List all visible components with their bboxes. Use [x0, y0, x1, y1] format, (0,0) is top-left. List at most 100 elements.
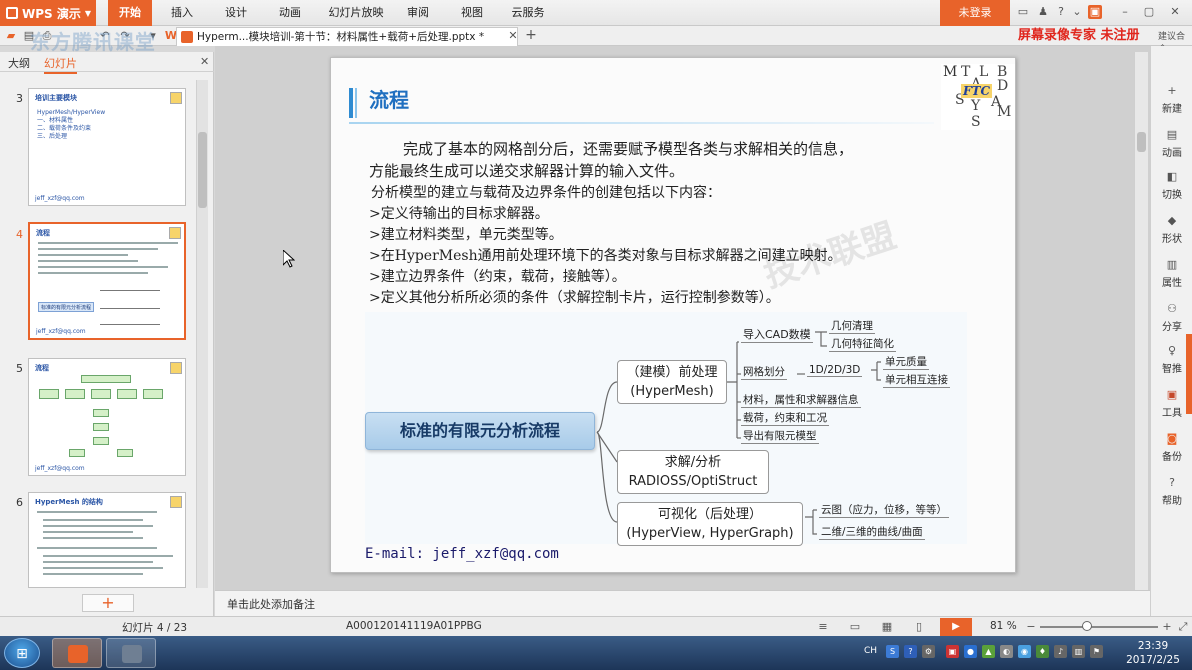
volume-icon[interactable]: ♪ — [1054, 645, 1067, 658]
tray-app-icon[interactable]: ● — [964, 645, 977, 658]
slide-thumbnail-5[interactable]: 流程 jeff_xzf@qq.com — [28, 358, 186, 476]
mindmap-leaf[interactable]: 几何清理 — [829, 318, 875, 334]
zoom-out-icon[interactable]: − — [1024, 620, 1038, 634]
rt-transition[interactable]: ◧ 切换 — [1151, 170, 1192, 201]
mindmap-node-solve[interactable]: 求解/分析 RADIOSS/OptiStruct — [617, 450, 769, 494]
slide-scrollbar[interactable] — [1134, 52, 1148, 590]
tab-view[interactable]: 视图 — [452, 0, 492, 26]
open-folder-icon[interactable]: ▰ — [4, 29, 18, 43]
notes-area[interactable]: 单击此处添加备注 — [215, 590, 1150, 616]
flag-icon[interactable]: ⚑ — [1090, 645, 1103, 658]
tray-app-icon[interactable]: ♦ — [1036, 645, 1049, 658]
tray-app-icon[interactable]: ◉ — [1018, 645, 1031, 658]
tab-cloud-service[interactable]: 云服务 — [504, 0, 552, 26]
panel-scrollbar[interactable] — [196, 80, 208, 588]
paragraph-line[interactable]: 方能最终生成可以递交求解器计算的输入文件。 — [369, 160, 684, 181]
bullet-item[interactable]: >定义其他分析所必须的条件（求解控制卡片，运行控制参数等）。 — [369, 287, 780, 307]
wps-app-menu-button[interactable]: WPS 演示 ▼ — [0, 0, 96, 26]
taskbar-wps-app[interactable] — [52, 638, 102, 668]
tab-slideshow[interactable]: 幻灯片放映 — [324, 0, 388, 26]
help-tray-icon[interactable]: ? — [904, 645, 917, 658]
rt-share[interactable]: ⚇ 分享 — [1151, 302, 1192, 333]
mindmap-leaf[interactable]: 几何特征简化 — [829, 336, 896, 352]
more-icon[interactable]: ⌄ — [1070, 5, 1084, 19]
mindmap-leaf[interactable]: 导入CAD数模 — [741, 326, 813, 343]
network-icon[interactable]: ▥ — [1072, 645, 1085, 658]
shirt-icon[interactable]: ♟ — [1036, 5, 1050, 19]
slide-thumbnail-4[interactable]: 流程 标准的有限元分析流程 jeff_xzf@qq.com — [28, 222, 186, 340]
reading-view-icon[interactable]: ▯ — [912, 620, 926, 634]
tray-app-icon[interactable]: ▲ — [982, 645, 995, 658]
tab-review[interactable]: 审阅 — [398, 0, 438, 26]
mindmap-leaf[interactable]: 网格划分 — [741, 364, 787, 380]
zoom-slider-knob[interactable] — [1082, 621, 1092, 631]
tab-insert[interactable]: 插入 — [162, 0, 202, 26]
slide-email[interactable]: E-mail: jeff_xzf@qq.com — [365, 546, 559, 562]
pane-collapse-handle[interactable] — [1186, 334, 1192, 414]
mindmap-leaf[interactable]: 载荷，约束和工况 — [741, 410, 829, 426]
current-slide[interactable]: 流程 M T L A B D S A Y M S FTC 技术联盟 完成了基本的… — [330, 57, 1016, 573]
tab-home[interactable]: 开始 — [108, 0, 152, 26]
mindmap-leaf[interactable]: 导出有限元模型 — [741, 428, 819, 444]
tab-animation[interactable]: 动画 — [270, 0, 310, 26]
maximize-icon[interactable]: ▢ — [1142, 5, 1156, 19]
close-panel-icon[interactable]: ✕ — [200, 55, 209, 68]
fea-flow-mindmap[interactable]: 标准的有限元分析流程 （建模）前处理 (HyperMesh) 求解/分析 RAD… — [365, 312, 967, 546]
scrollbar-thumb[interactable] — [1137, 132, 1146, 152]
new-tab-icon[interactable]: + — [524, 28, 538, 42]
input-method-icon[interactable]: S — [886, 645, 899, 658]
skin-icon[interactable]: ▭ — [1016, 5, 1030, 19]
tab-outline[interactable]: 大纲 — [8, 55, 30, 71]
rt-shape[interactable]: ◆ 形状 — [1151, 214, 1192, 245]
start-button[interactable]: ⊞ — [4, 638, 40, 668]
slide-thumbnail-3[interactable]: 培训主要模块 HyperMesh/HyperView 一、材料属性 二、载荷条件… — [28, 88, 186, 206]
notes-toggle-icon[interactable]: ≡ — [816, 620, 830, 634]
taskbar-app-2[interactable] — [106, 638, 156, 668]
rt-backup[interactable]: ◙ 备份 — [1151, 432, 1192, 463]
feedback-icon[interactable]: ▣ — [1088, 5, 1102, 19]
tray-app-icon[interactable]: ▣ — [946, 645, 959, 658]
rt-help[interactable]: ? 帮助 — [1151, 476, 1192, 507]
mindmap-leaf[interactable]: 材料，属性和求解器信息 — [741, 392, 861, 408]
help-icon[interactable]: ? — [1054, 5, 1068, 19]
add-slide-button[interactable]: + — [82, 594, 134, 612]
tab-design[interactable]: 设计 — [216, 0, 256, 26]
paragraph-line[interactable]: 完成了基本的网格剖分后，还需要赋予模型各类与求解相关的信息， — [403, 138, 853, 159]
system-clock[interactable]: 23:39 2017/2/25 — [1118, 639, 1188, 667]
bullet-item[interactable]: >在HyperMesh通用前处理环境下的各类对象与目标求解器之间建立映射。 — [369, 245, 842, 265]
rt-animation[interactable]: ▤ 动画 — [1151, 128, 1192, 159]
mindmap-root-node[interactable]: 标准的有限元分析流程 — [365, 412, 595, 450]
bullet-item[interactable]: >建立材料类型，单元类型等。 — [369, 224, 563, 244]
zoom-in-icon[interactable]: + — [1160, 620, 1174, 634]
mindmap-leaf[interactable]: 单元相互连接 — [883, 372, 950, 388]
normal-view-icon[interactable]: ▭ — [848, 620, 862, 634]
sorter-view-icon[interactable]: ▦ — [880, 620, 894, 634]
slide-thumbnail-6[interactable]: HyperMesh 的结构 — [28, 492, 186, 588]
play-slideshow-button[interactable]: ▶ — [940, 618, 972, 636]
mindmap-leaf[interactable]: 云图（应力，位移，等等） — [819, 502, 949, 518]
intro-line[interactable]: 分析模型的建立与载荷及边界条件的创建包括以下内容： — [371, 182, 721, 202]
tab-document[interactable]: Hyperm...模块培训-第十节：材料属性+载荷+后处理.pptx * — [176, 27, 518, 46]
mindmap-node-postprocess[interactable]: 可视化（后处理） (HyperView, HyperGraph) — [617, 502, 803, 546]
scrollbar-thumb[interactable] — [198, 132, 207, 208]
language-indicator[interactable]: CH — [864, 645, 877, 658]
rt-new[interactable]: + 新建 — [1151, 84, 1192, 115]
mindmap-leaf[interactable]: 单元质量 — [883, 354, 929, 370]
minimize-icon[interactable]: – — [1118, 5, 1132, 19]
mindmap-leaf[interactable]: 二维/三维的曲线/曲面 — [819, 524, 925, 540]
close-tab-icon[interactable]: ✕ — [506, 29, 520, 43]
bullet-item[interactable]: >建立边界条件（约束，载荷，接触等）。 — [369, 266, 626, 286]
settings-tray-icon[interactable]: ⚙ — [922, 645, 935, 658]
thumb-text-line — [38, 266, 168, 268]
bullet-item[interactable]: >定义待输出的目标求解器。 — [369, 203, 549, 223]
zoom-slider[interactable] — [1040, 626, 1158, 628]
tray-app-icon[interactable]: ◐ — [1000, 645, 1013, 658]
slide-title[interactable]: 流程 — [369, 84, 409, 113]
mindmap-leaf[interactable]: 1D/2D/3D — [807, 364, 863, 377]
login-button[interactable]: 未登录 — [940, 0, 1010, 26]
close-icon[interactable]: ✕ — [1168, 5, 1182, 19]
rt-properties[interactable]: ▥ 属性 — [1151, 258, 1192, 289]
tab-slides[interactable]: 幻灯片 — [44, 55, 77, 74]
mindmap-node-preprocess[interactable]: （建模）前处理 (HyperMesh) — [617, 360, 727, 404]
fit-window-icon[interactable]: ⤢ — [1176, 620, 1190, 634]
